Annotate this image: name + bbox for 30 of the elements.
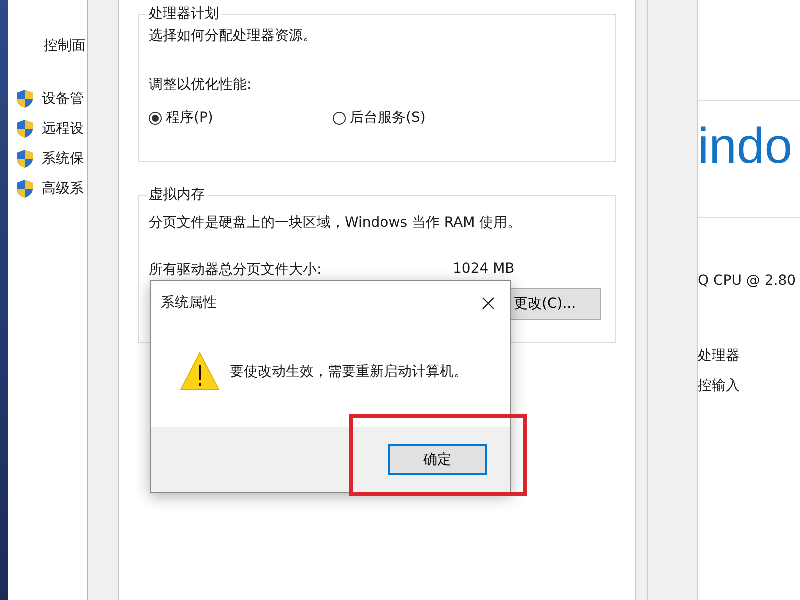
group-title: 虚拟内存 xyxy=(148,186,206,204)
ok-button[interactable]: 确定 xyxy=(388,444,487,475)
warning-icon xyxy=(180,352,220,392)
nav-title[interactable]: 控制面 xyxy=(44,37,86,55)
description-text: 分页文件是硬盘上的一块区域，Windows 当作 RAM 使用。 xyxy=(149,214,523,232)
group-title: 处理器计划 xyxy=(148,5,220,23)
dialog-message: 要使改动生效，需要重新启动计算机。 xyxy=(230,363,468,381)
nav-link[interactable]: 设备管 xyxy=(42,90,84,108)
shield-icon xyxy=(16,119,34,139)
close-icon xyxy=(482,296,495,310)
radio-button[interactable] xyxy=(149,112,162,124)
shield-icon xyxy=(16,89,34,109)
adjust-label: 调整以优化性能: xyxy=(149,76,253,94)
info-text: 处理器 xyxy=(698,347,741,365)
radio-button[interactable] xyxy=(333,112,346,124)
shield-icon xyxy=(16,149,34,169)
radio-label[interactable]: 程序(P) xyxy=(166,109,214,127)
info-text: 控输入 xyxy=(698,377,741,395)
total-size-label: 所有驱动器总分页文件大小: xyxy=(149,261,323,279)
shield-icon xyxy=(16,179,34,199)
nav-link[interactable]: 系统保 xyxy=(42,150,84,168)
total-size-value: 1024 MB xyxy=(453,261,515,279)
dialog-title: 系统属性 xyxy=(161,294,217,312)
radio-label[interactable]: 后台服务(S) xyxy=(350,109,426,127)
description-text: 选择如何分配处理器资源。 xyxy=(149,27,318,45)
logo-text: indo xyxy=(698,117,793,175)
nav-link[interactable]: 高级系 xyxy=(42,180,84,198)
info-text: Q CPU @ 2.80 xyxy=(698,273,798,289)
nav-link[interactable]: 远程设 xyxy=(42,120,84,138)
change-button[interactable]: 更改(C)... xyxy=(509,288,601,320)
